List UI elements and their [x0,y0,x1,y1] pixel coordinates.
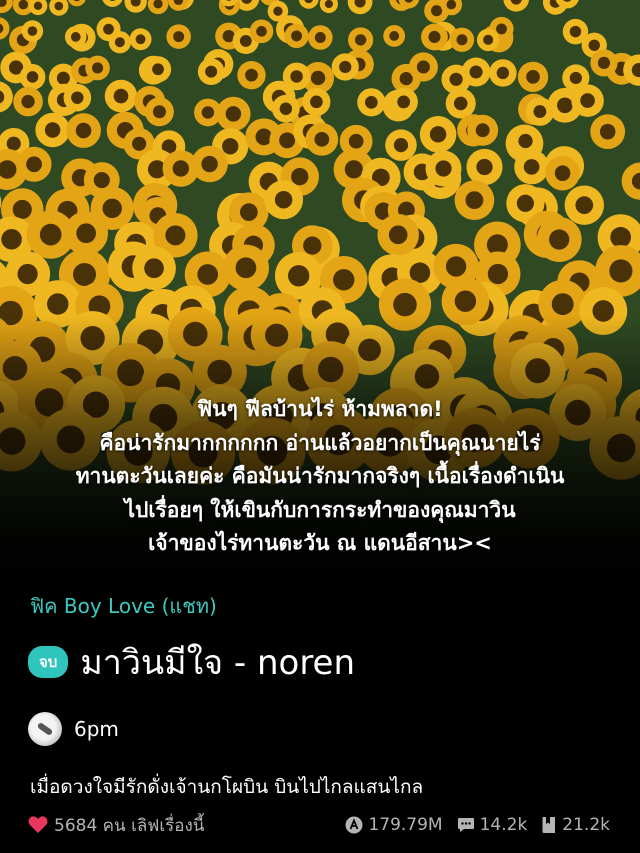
avatar[interactable] [28,712,62,746]
views-stat: 179.79M [345,815,443,835]
story-stats: 179.79M 14.2k 21.2k [345,815,610,835]
stats-row: 5684 คน เลิฟเรื่องนี้ 179.79M 14.2k 21.2… [28,812,610,838]
likes-info[interactable]: 5684 คน เลิฟเรื่องนี้ [28,812,204,839]
story-title: มาวินมีใจ - noren [80,643,356,683]
views-icon [345,816,363,834]
cover-image: ฟินๆ ฟีลบ้านไร่ ห้ามพลาด! คือน่ารักมากกก… [0,0,640,575]
story-description: เมื่อดวงใจมีรักดั่งเจ้านกโผบิน บินไปไกลแ… [30,776,424,798]
book-icon [542,817,556,833]
chapters-stat: 21.2k [541,815,610,835]
title-row: จบ มาวินมีใจ - noren [28,640,355,684]
heart-icon[interactable] [28,816,48,834]
comments-stat: 14.2k [457,815,528,835]
status-badge: จบ [28,646,69,678]
views-count: 179.79M [368,815,443,835]
chapters-count: 21.2k [562,815,610,835]
synopsis-text: ฟินๆ ฟีลบ้านไร่ ห้ามพลาด! คือน่ารักมากกก… [75,397,565,555]
comments-count: 14.2k [479,815,528,835]
likes-count: 5684 คน เลิฟเรื่องนี้ [54,815,205,836]
author-row[interactable]: 6pm [28,710,119,748]
author-name[interactable]: 6pm [74,717,119,741]
story-category[interactable]: ฟิค Boy Love (แชท) [30,590,217,622]
comment-icon [457,818,474,832]
